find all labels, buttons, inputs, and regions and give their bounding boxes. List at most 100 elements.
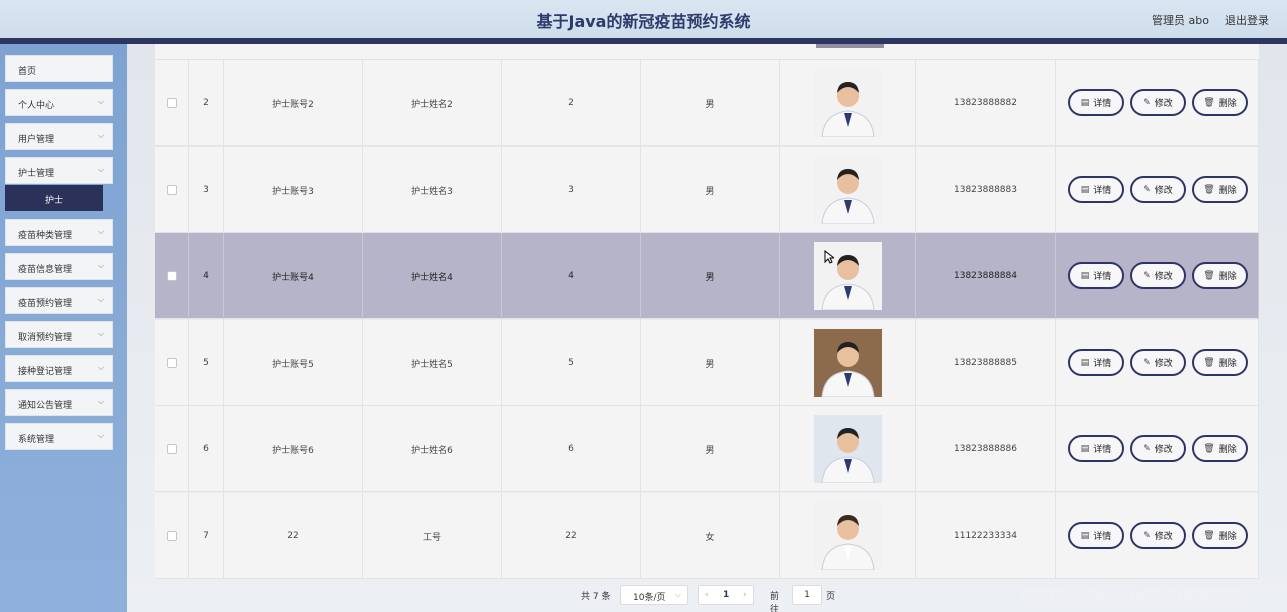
- nurse-name: 护士姓名6: [411, 445, 453, 456]
- detail-label: 详情: [1093, 272, 1112, 282]
- logout-link[interactable]: 退出登录: [1225, 12, 1269, 28]
- document-icon: ▤: [1080, 530, 1090, 541]
- sidebar-item-label: 疫苗种类管理: [18, 231, 73, 241]
- nurse-photo[interactable]: [813, 69, 882, 137]
- nurse-gender: 男: [705, 186, 715, 197]
- trash-icon: 🗑: [1203, 97, 1215, 108]
- sidebar-item-1[interactable]: 个人中心 ⌵: [5, 89, 113, 116]
- prev-page-icon[interactable]: ‹: [705, 590, 709, 600]
- delete-button[interactable]: 🗑 删除: [1192, 349, 1248, 376]
- detail-button[interactable]: ▤ 详情: [1068, 89, 1124, 116]
- sidebar-subitem-nurse[interactable]: 护士: [5, 185, 103, 211]
- sidebar-item-3[interactable]: 护士管理 ⌵: [5, 157, 113, 184]
- sidebar-item-6[interactable]: 疫苗预约管理 ⌵: [5, 287, 113, 314]
- phone-cell: 13823888884: [916, 233, 1056, 319]
- nurse-name: 护士姓名2: [411, 99, 453, 110]
- detail-button[interactable]: ▤ 详情: [1068, 435, 1124, 462]
- page-size-select[interactable]: 10条/页 ⌵: [620, 585, 688, 605]
- sidebar-item-8[interactable]: 接种登记管理 ⌵: [5, 355, 113, 382]
- edit-label: 修改: [1154, 186, 1173, 196]
- table-row[interactable]: 3 护士账号3 护士姓名3 3 男 13823888883 ▤ 详情 ✎ 修改 🗑 删除: [155, 147, 1259, 233]
- sidebar-item-5[interactable]: 疫苗信息管理 ⌵: [5, 253, 113, 280]
- photo-cell: [780, 147, 916, 233]
- row-index-cell: 3: [189, 147, 224, 233]
- sidebar-item-7[interactable]: 取消预约管理 ⌵: [5, 321, 113, 348]
- goto-page-input[interactable]: 1: [792, 585, 822, 605]
- nurse-number-cell: 3: [502, 147, 641, 233]
- nurse-name: 护士姓名3: [411, 186, 453, 197]
- edit-button[interactable]: ✎ 修改: [1130, 522, 1186, 549]
- delete-button[interactable]: 🗑 删除: [1192, 176, 1248, 203]
- delete-label: 删除: [1218, 532, 1237, 542]
- edit-button[interactable]: ✎ 修改: [1130, 435, 1186, 462]
- detail-label: 详情: [1093, 359, 1112, 369]
- phone-cell: 13823888886: [916, 406, 1056, 492]
- table-row[interactable]: 2 护士账号2 护士姓名2 2 男 13823888882 ▤ 详情 ✎ 修改 🗑 删除: [155, 60, 1259, 146]
- nurse-name: 护士姓名5: [411, 359, 453, 370]
- chevron-down-icon: ⌵: [97, 261, 104, 270]
- detail-button[interactable]: ▤ 详情: [1068, 262, 1124, 289]
- document-icon: ▤: [1080, 270, 1090, 281]
- nurse-gender: 女: [705, 532, 715, 543]
- phone-cell: 11122233334: [916, 493, 1056, 579]
- nurse-account-cell: 护士账号3: [224, 147, 363, 233]
- edit-button[interactable]: ✎ 修改: [1130, 89, 1186, 116]
- row-checkbox[interactable]: [166, 358, 177, 368]
- photo-cell: [780, 493, 916, 579]
- row-checkbox[interactable]: [166, 531, 177, 541]
- row-index-cell: 7: [189, 493, 224, 579]
- row-checkbox[interactable]: [166, 444, 177, 454]
- sidebar-item-label: 接种登记管理: [18, 367, 73, 377]
- nurse-account-cell: 护士账号2: [224, 60, 363, 146]
- nurse-number: 22: [565, 531, 577, 541]
- current-page[interactable]: 1: [723, 590, 729, 600]
- delete-button[interactable]: 🗑 删除: [1192, 435, 1248, 462]
- edit-button[interactable]: ✎ 修改: [1130, 349, 1186, 376]
- pencil-icon: ✎: [1143, 357, 1151, 368]
- table-row[interactable]: 6 护士账号6 护士姓名6 6 男 13823888886 ▤ 详情 ✎ 修改 🗑 删除: [155, 406, 1259, 492]
- detail-button[interactable]: ▤ 详情: [1068, 522, 1124, 549]
- nurse-number: 3: [568, 185, 574, 195]
- edit-button[interactable]: ✎ 修改: [1130, 262, 1186, 289]
- nurse-photo[interactable]: [813, 502, 882, 570]
- delete-label: 删除: [1218, 359, 1237, 369]
- sidebar-item-2[interactable]: 用户管理 ⌵: [5, 123, 113, 150]
- table-row[interactable]: 5 护士账号5 护士姓名5 5 男 13823888885 ▤ 详情 ✎ 修改 🗑 删除: [155, 320, 1259, 406]
- row-checkbox[interactable]: [166, 98, 177, 108]
- detail-label: 详情: [1093, 445, 1112, 455]
- edit-label: 修改: [1154, 359, 1173, 369]
- phone-cell: 13823888885: [916, 320, 1056, 406]
- detail-button[interactable]: ▤ 详情: [1068, 349, 1124, 376]
- sidebar-item-label: 通知公告管理: [18, 401, 73, 411]
- row-checkbox[interactable]: [166, 271, 177, 281]
- delete-button[interactable]: 🗑 删除: [1192, 89, 1248, 116]
- nurse-gender: 男: [705, 445, 715, 456]
- edit-button[interactable]: ✎ 修改: [1130, 176, 1186, 203]
- table-row[interactable]: 4 护士账号4 护士姓名4 4 男 13823888884 ▤ 详情 ✎ 修改 🗑 删除: [155, 233, 1259, 319]
- chevron-down-icon: ⌵: [97, 329, 104, 338]
- photo-cell: [780, 60, 916, 146]
- current-user: 管理员 abo: [1152, 14, 1209, 27]
- row-checkbox[interactable]: [166, 185, 177, 195]
- table-row[interactable]: 7 22 工号 22 女 11122233334 ▤ 详情 ✎ 修改 🗑 删除: [155, 493, 1259, 579]
- delete-button[interactable]: 🗑 删除: [1192, 522, 1248, 549]
- sidebar-item-0[interactable]: 首页: [5, 55, 113, 82]
- detail-button[interactable]: ▤ 详情: [1068, 176, 1124, 203]
- actions-cell: ▤ 详情 ✎ 修改 🗑 删除: [1056, 233, 1259, 319]
- photo-cell: [780, 320, 916, 406]
- nurse-photo[interactable]: [813, 415, 882, 483]
- chevron-down-icon: ⌵: [97, 227, 104, 236]
- nurse-photo[interactable]: [813, 156, 882, 224]
- row-checkbox-cell: [155, 60, 189, 146]
- nurse-number: 2: [568, 98, 574, 108]
- nurse-phone: 13823888882: [954, 98, 1017, 108]
- nurse-number-cell: 2: [502, 60, 641, 146]
- actions-cell: ▤ 详情 ✎ 修改 🗑 删除: [1056, 406, 1259, 492]
- sidebar-item-label: 疫苗信息管理: [18, 265, 73, 275]
- sidebar-item-9[interactable]: 通知公告管理 ⌵: [5, 389, 113, 416]
- sidebar-item-10[interactable]: 系统管理 ⌵: [5, 423, 113, 450]
- sidebar-item-4[interactable]: 疫苗种类管理 ⌵: [5, 219, 113, 246]
- next-page-icon[interactable]: ›: [743, 590, 747, 600]
- delete-button[interactable]: 🗑 删除: [1192, 262, 1248, 289]
- nurse-photo[interactable]: [813, 329, 882, 397]
